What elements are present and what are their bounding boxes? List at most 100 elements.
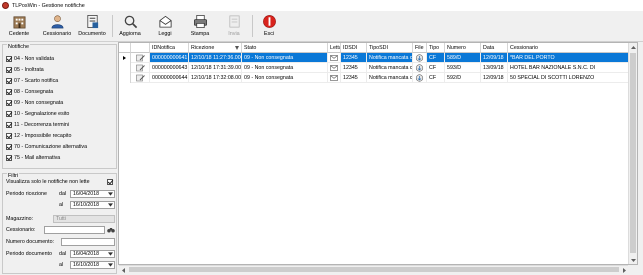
cell-file[interactable] [413, 53, 427, 63]
checkbox[interactable] [6, 66, 12, 73]
scroll-thumb[interactable] [129, 267, 619, 272]
chevron-down-icon[interactable] [107, 262, 114, 268]
left-panel: Notifiche 04 - Non validata 05 - Inoltra… [0, 42, 118, 275]
notifica-filter-10[interactable]: 10 - Segnalazione esito [6, 109, 69, 118]
document-icon [86, 15, 98, 29]
column-header-ricezione[interactable]: Ricezione [189, 43, 242, 53]
notifica-filter-09[interactable]: 09 - Non consegnata [6, 98, 63, 107]
notifica-filter-04[interactable]: 04 - Non validata [6, 54, 54, 63]
notifica-filter-70[interactable]: 70 - Comunicazione alternativa [6, 142, 87, 151]
cessionario-button[interactable]: Cessionario [41, 12, 73, 40]
filtri-group: Filtri Visualizza solo le notifiche non … [2, 173, 117, 274]
notifica-filter-07[interactable]: 07 - Scarto notifica [6, 76, 58, 85]
row-selector[interactable] [119, 53, 131, 63]
solo-non-lette-checkbox[interactable] [107, 179, 113, 185]
ricezione-al-label: al [59, 202, 64, 208]
notifica-filter-08[interactable]: 08 - Consegnata [6, 87, 53, 96]
column-header-idnotifica[interactable]: IDNotifica [150, 43, 189, 53]
checkbox[interactable] [6, 77, 12, 84]
printer-icon [193, 15, 207, 28]
building-icon [13, 16, 25, 29]
ricezione-al-date-field[interactable]: 16/10/2018 [70, 201, 115, 209]
checkbox[interactable] [6, 143, 12, 150]
documento-button[interactable]: Documento [77, 12, 107, 40]
checkbox-label: 08 - Consegnata [14, 88, 54, 95]
column-header-tiposdi[interactable]: TipoSDI [367, 43, 413, 53]
toolbar: Cedente Cessionario Documento Aggiorna L… [0, 11, 643, 42]
checkbox[interactable] [6, 88, 12, 95]
edit-document-icon [136, 64, 145, 71]
cell-idnotifica: 000000000641 [150, 53, 189, 63]
cell-tiposdi: Notifica mancata co [367, 53, 413, 63]
cell-letta [328, 63, 341, 73]
scroll-thumb[interactable] [630, 53, 636, 253]
documento-dal-date-field[interactable]: 16/04/2018 [70, 250, 115, 258]
cell-stato: 09 - Non consegnata [242, 73, 328, 83]
notifica-filter-05[interactable]: 05 - Inoltrata [6, 65, 44, 74]
column-header-label: Ricezione [191, 44, 215, 51]
notifica-filter-12[interactable]: 12 - Impossibile recapito [6, 131, 71, 140]
cedente-label: Cedente [8, 31, 30, 37]
notifica-filter-75[interactable]: 75 - Mail alternativa [6, 153, 60, 162]
cell-cessionario: *BAR DEL PORTO [508, 53, 631, 63]
row-icon-cell [131, 63, 150, 73]
column-header-data[interactable]: Data [481, 43, 508, 53]
leggi-button[interactable]: Leggi [154, 12, 176, 40]
date-value: 16/10/2018 [73, 202, 99, 208]
vertical-scrollbar[interactable] [628, 43, 637, 264]
cell-tipo: CF [427, 63, 445, 73]
envelope-open-icon [158, 15, 172, 28]
table-row[interactable]: 000000000644 12/10/18 17:32:08.000 09 - … [119, 73, 631, 83]
checkbox[interactable] [6, 154, 12, 161]
column-header-idsdi[interactable]: IDSDI [341, 43, 367, 53]
table-row[interactable]: 000000000641 12/10/18 11:27:36.000 09 - … [119, 53, 631, 63]
chevron-down-icon[interactable] [107, 191, 114, 197]
numero-documento-input[interactable] [61, 238, 115, 246]
column-header-letta[interactable]: Letta [328, 43, 341, 53]
column-header-stato[interactable]: Stato [242, 43, 328, 53]
column-header-numero[interactable]: Numero [445, 43, 481, 53]
select-value: Tutti [56, 216, 66, 222]
checkbox[interactable] [6, 99, 12, 106]
checkbox[interactable] [6, 55, 12, 62]
table-row[interactable]: 000000000643 12/10/18 17:31:39.000 09 - … [119, 63, 631, 73]
cessionario-input[interactable] [44, 226, 105, 234]
esci-button[interactable]: Esci [259, 12, 279, 40]
cell-file[interactable] [413, 73, 427, 83]
checkbox[interactable] [6, 121, 12, 128]
cedente-button[interactable]: Cedente [6, 12, 32, 40]
ricezione-dal-date-field[interactable]: 16/04/2018 [70, 190, 115, 198]
scroll-right-icon[interactable] [620, 266, 628, 274]
user-icon [51, 15, 63, 29]
checkbox[interactable] [6, 132, 12, 139]
aggiorna-button[interactable]: Aggiorna [117, 12, 143, 40]
documento-dal-label: dal [59, 251, 67, 257]
checkbox-label: 70 - Comunicazione alternativa [14, 143, 88, 150]
cell-file[interactable] [413, 63, 427, 73]
chevron-down-icon[interactable] [107, 202, 114, 208]
grid-corner-header [119, 43, 131, 53]
binoculars-icon[interactable] [107, 227, 115, 233]
column-header-tipo[interactable]: Tipo [427, 43, 445, 53]
envelope-icon [330, 64, 338, 71]
refresh-icon [124, 15, 137, 29]
checkbox-label: 10 - Segnalazione esito [14, 110, 70, 117]
invia-button[interactable]: Invia [224, 12, 244, 40]
notifica-filter-11[interactable]: 11 - Decorrenza termini [6, 120, 69, 129]
stampa-button[interactable]: Stampa [188, 12, 212, 40]
cell-tiposdi: Notifica mancata co [367, 73, 413, 83]
scroll-left-icon[interactable] [119, 266, 127, 274]
magazzino-select[interactable]: Tutti [53, 215, 115, 223]
checkbox[interactable] [6, 110, 12, 117]
documento-al-date-field[interactable]: 16/10/2018 [70, 261, 115, 269]
column-header-file[interactable]: File [413, 43, 427, 53]
horizontal-scrollbar[interactable] [119, 265, 628, 273]
row-selector[interactable] [119, 63, 131, 73]
scroll-up-icon[interactable] [629, 43, 637, 51]
scroll-down-icon[interactable] [629, 256, 637, 264]
column-header-cessionario[interactable]: Cessionario [508, 43, 631, 53]
chevron-down-icon[interactable] [107, 251, 114, 257]
row-selector[interactable] [119, 73, 131, 83]
cloud-icon [415, 63, 424, 72]
cell-tipo: CF [427, 53, 445, 63]
